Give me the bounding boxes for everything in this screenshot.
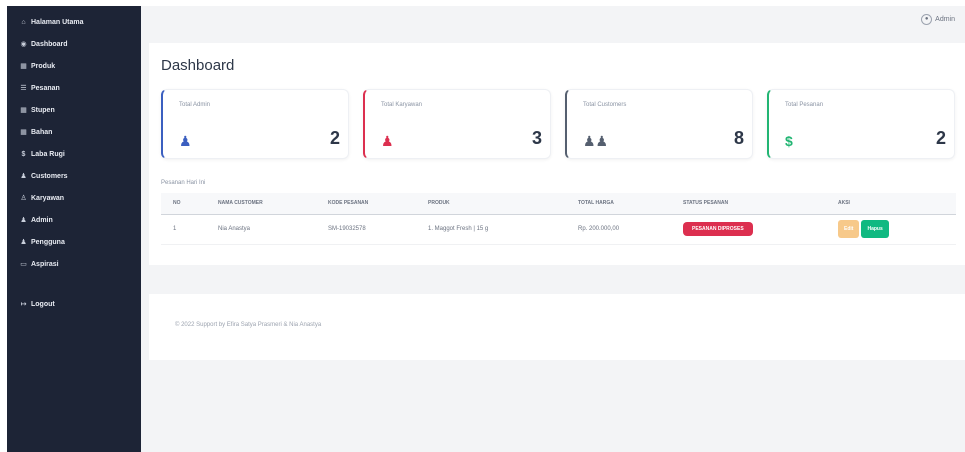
main-content: ● Admin Dashboard Total Admin ♟ 2 Total … bbox=[141, 6, 965, 452]
sidebar-item-label: Dashboard bbox=[31, 40, 68, 48]
column-header: STATUS PESANAN bbox=[671, 193, 826, 215]
table-header-row: NO NAMA CUSTOMER KODE PESANAN PRODUK TOT… bbox=[161, 193, 956, 215]
column-header: NAMA CUSTOMER bbox=[206, 193, 316, 215]
sidebar-item-admin[interactable]: ♟ Admin bbox=[7, 209, 141, 231]
orders-table: NO NAMA CUSTOMER KODE PESANAN PRODUK TOT… bbox=[161, 193, 956, 245]
sidebar-divider bbox=[7, 275, 141, 293]
user-circle-icon: ● bbox=[921, 14, 933, 25]
delete-button[interactable]: Hapus bbox=[861, 220, 889, 238]
cell-customer: Nia Anastya bbox=[206, 214, 316, 245]
sidebar-item-label: Pesanan bbox=[31, 84, 60, 92]
cell-order-code: SM-19032578 bbox=[316, 214, 416, 245]
sidebar-item-label: Admin bbox=[31, 216, 53, 224]
dashboard-icon: ◉ bbox=[20, 41, 27, 48]
page-title: Dashboard bbox=[161, 57, 235, 74]
table-row: 1 Nia Anastya SM-19032578 1. Maggot Fres… bbox=[161, 214, 956, 245]
orders-section-label: Pesanan Hari Ini bbox=[161, 180, 206, 186]
dollar-icon: $ bbox=[21, 150, 26, 158]
users-icon: ♟♟ bbox=[583, 133, 609, 149]
sidebar-item-label: Halaman Utama bbox=[31, 18, 84, 26]
user-icon: ♙ bbox=[20, 195, 27, 202]
sidebar-item-dashboard[interactable]: ◉ Dashboard bbox=[7, 33, 141, 55]
sidebar-item-customers[interactable]: ♟ Customers bbox=[7, 165, 141, 187]
card-label: Total Pesanan bbox=[785, 102, 824, 108]
cell-no: 1 bbox=[161, 214, 206, 245]
card-label: Total Karyawan bbox=[381, 102, 423, 108]
list-icon: ☰ bbox=[20, 85, 27, 92]
user-tie-icon: ♟ bbox=[381, 133, 394, 149]
sidebar-item-karyawan[interactable]: ♙ Karyawan bbox=[7, 187, 141, 209]
grid-icon: ▦ bbox=[20, 129, 27, 136]
chat-icon: ▭ bbox=[20, 261, 27, 268]
card-label: Total Admin bbox=[179, 102, 211, 108]
sidebar-item-pengguna[interactable]: ♟ Pengguna bbox=[7, 231, 141, 253]
sidebar-item-logout[interactable]: ↦ Logout bbox=[7, 293, 141, 315]
card-value: 8 bbox=[733, 128, 744, 148]
sidebar-item-home[interactable]: ⌂ Halaman Utama bbox=[7, 11, 141, 33]
card-value: 2 bbox=[329, 128, 340, 148]
card-total-pesanan: Total Pesanan $ 2 bbox=[767, 89, 955, 159]
sidebar-item-label: Laba Rugi bbox=[31, 150, 65, 158]
cell-status: PESANAN DIPROSES bbox=[671, 214, 826, 245]
column-header: KODE PESANAN bbox=[316, 193, 416, 215]
user-gear-icon: ♟ bbox=[179, 133, 192, 149]
users-icon: ♟ bbox=[20, 217, 27, 224]
card-total-karyawan: Total Karyawan ♟ 3 bbox=[363, 89, 551, 159]
sidebar-item-aspirasi[interactable]: ▭ Aspirasi bbox=[7, 253, 141, 275]
sidebar-item-laba-rugi[interactable]: $ Laba Rugi bbox=[7, 143, 141, 165]
stat-cards: Total Admin ♟ 2 Total Karyawan ♟ 3 Total… bbox=[161, 89, 955, 159]
sidebar-item-label: Produk bbox=[31, 62, 56, 70]
edit-button[interactable]: Edit bbox=[838, 220, 860, 238]
users-icon: ♟ bbox=[20, 239, 27, 246]
sidebar: ⌂ Halaman Utama ◉ Dashboard ▦ Produk ☰ P… bbox=[7, 6, 141, 452]
card-value: 2 bbox=[935, 128, 946, 148]
column-header: NO bbox=[161, 193, 206, 215]
column-header: PRODUK bbox=[416, 193, 566, 215]
sidebar-item-produk[interactable]: ▦ Produk bbox=[7, 55, 141, 77]
sidebar-item-label: Stupen bbox=[31, 106, 55, 114]
home-icon: ⌂ bbox=[21, 18, 26, 26]
card-total-customers: Total Customers ♟♟ 8 bbox=[565, 89, 753, 159]
sidebar-item-bahan[interactable]: ▦ Bahan bbox=[7, 121, 141, 143]
footer-text: © 2022 Support by Efira Satya Prasmeri &… bbox=[175, 322, 322, 328]
dollar-icon: $ bbox=[785, 133, 793, 149]
footer-panel: © 2022 Support by Efira Satya Prasmeri &… bbox=[149, 294, 965, 360]
cell-actions: Edit Hapus bbox=[826, 214, 956, 245]
sidebar-item-label: Aspirasi bbox=[31, 260, 59, 268]
sidebar-item-pesanan[interactable]: ☰ Pesanan bbox=[7, 77, 141, 99]
sidebar-item-label: Customers bbox=[31, 172, 68, 180]
column-header: AKSI bbox=[826, 193, 956, 215]
status-badge: PESANAN DIPROSES bbox=[683, 222, 753, 236]
grid-icon: ▦ bbox=[20, 107, 27, 114]
users-icon: ♟ bbox=[20, 173, 27, 180]
sidebar-item-label: Pengguna bbox=[31, 238, 65, 246]
dashboard-panel: Dashboard Total Admin ♟ 2 Total Karyawan… bbox=[149, 43, 965, 265]
user-menu[interactable]: ● Admin bbox=[921, 14, 955, 25]
sidebar-item-label: Bahan bbox=[31, 128, 53, 136]
sidebar-item-stupen[interactable]: ▦ Stupen bbox=[7, 99, 141, 121]
cell-total: Rp. 200.000,00 bbox=[566, 214, 671, 245]
logout-icon: ↦ bbox=[20, 301, 27, 308]
sidebar-item-label: Logout bbox=[31, 300, 55, 308]
user-label: Admin bbox=[935, 16, 955, 23]
sidebar-item-label: Karyawan bbox=[31, 194, 65, 202]
card-total-admin: Total Admin ♟ 2 bbox=[161, 89, 349, 159]
topbar: ● Admin bbox=[141, 6, 965, 38]
grid-icon: ▦ bbox=[20, 63, 27, 70]
card-value: 3 bbox=[531, 128, 542, 148]
column-header: TOTAL HARGA bbox=[566, 193, 671, 215]
cell-product: 1. Maggot Fresh | 15 g bbox=[416, 214, 566, 245]
card-label: Total Customers bbox=[583, 102, 627, 108]
